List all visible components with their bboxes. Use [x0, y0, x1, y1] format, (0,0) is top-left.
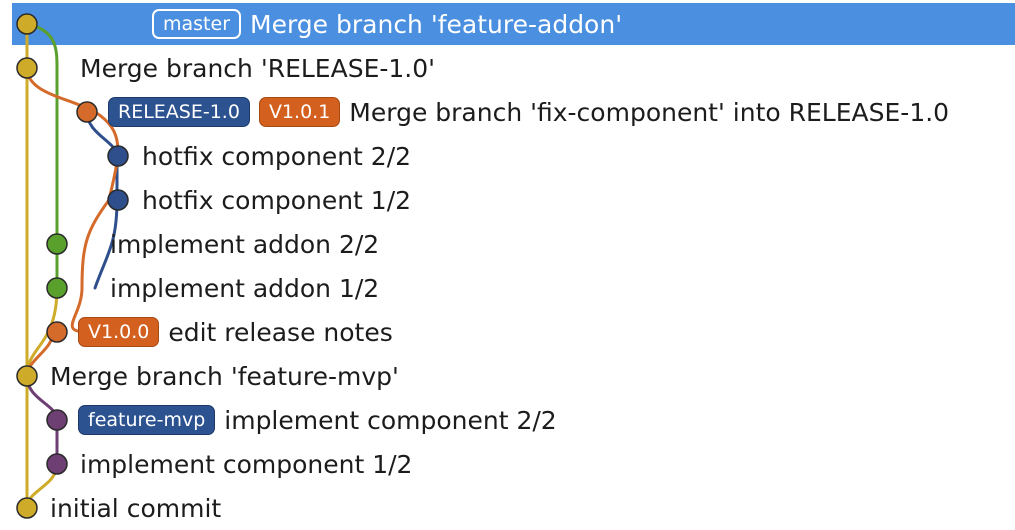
commit-row[interactable]: implement addon 1/2 [0, 266, 1015, 310]
commit-message: implement component 1/2 [80, 449, 413, 479]
commit-row[interactable]: master Merge branch 'feature-addon' [0, 2, 1015, 46]
commit-message: initial commit [50, 493, 222, 523]
branch-badge[interactable]: feature-mvp [78, 405, 216, 435]
branch-badge[interactable]: RELEASE-1.0 [108, 97, 250, 127]
commit-row[interactable]: V1.0.0 edit release notes [0, 310, 1015, 354]
commit-message: Merge branch 'fix-component' into RELEAS… [349, 97, 950, 127]
commit-message: implement component 2/2 [224, 405, 557, 435]
commit-row[interactable]: implement addon 2/2 [0, 222, 1015, 266]
commit-message: hotfix component 2/2 [142, 141, 412, 171]
commit-row[interactable]: hotfix component 2/2 [0, 134, 1015, 178]
commit-message: implement addon 1/2 [110, 273, 380, 303]
commit-row[interactable]: Merge branch 'RELEASE-1.0' [0, 46, 1015, 90]
commit-row[interactable]: initial commit [0, 486, 1015, 530]
commit-message: implement addon 2/2 [110, 229, 380, 259]
tag-badge[interactable]: V1.0.0 [78, 317, 160, 347]
commit-row[interactable]: hotfix component 1/2 [0, 178, 1015, 222]
commit-message: Merge branch 'feature-addon' [250, 9, 623, 39]
commit-message: edit release notes [168, 317, 393, 347]
commit-row[interactable]: implement component 1/2 [0, 442, 1015, 486]
commit-row[interactable]: RELEASE-1.0 V1.0.1 Merge branch 'fix-compo… [0, 90, 1015, 134]
commit-message: Merge branch 'feature-mvp' [50, 361, 399, 391]
branch-badge[interactable]: master [152, 9, 242, 39]
tag-badge[interactable]: V1.0.1 [258, 97, 341, 127]
commit-message: hotfix component 1/2 [142, 185, 412, 215]
commit-row[interactable]: Merge branch 'feature-mvp' [0, 354, 1015, 398]
commit-row[interactable]: feature-mvp implement component 2/2 [0, 398, 1015, 442]
commit-message: Merge branch 'RELEASE-1.0' [80, 53, 436, 83]
